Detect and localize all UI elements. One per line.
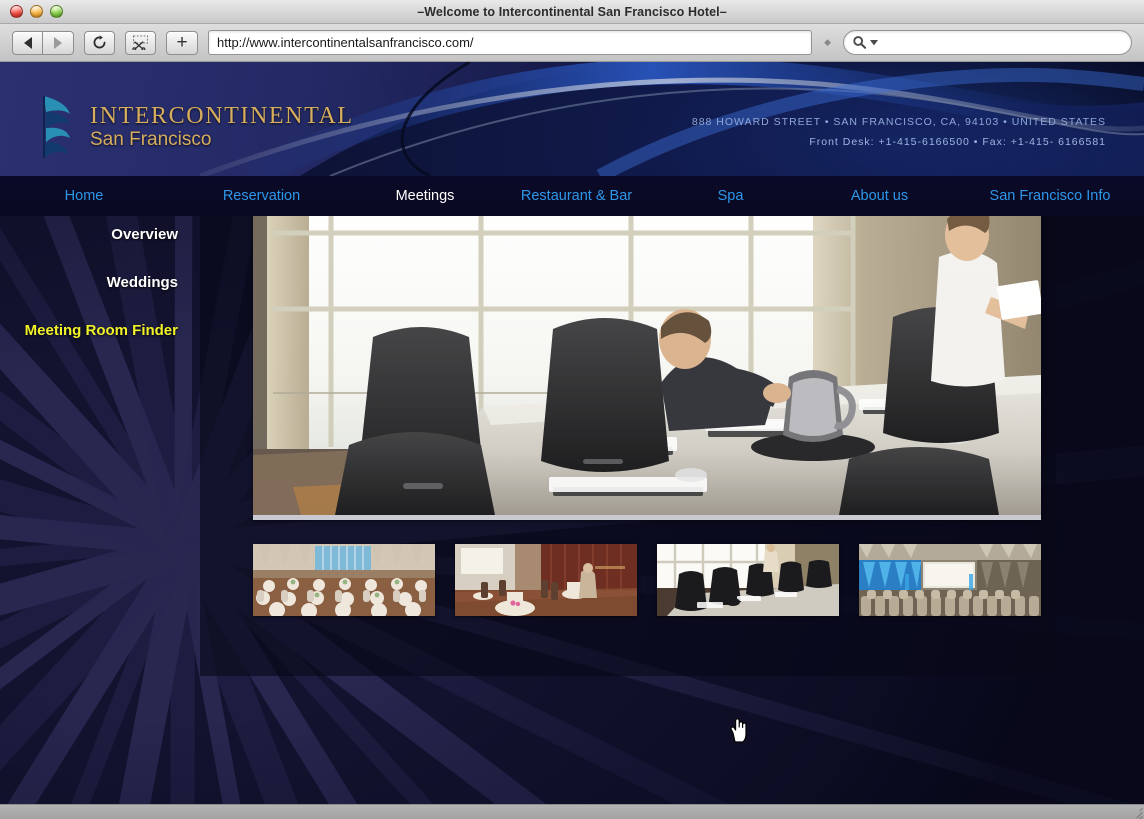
- nav-item-label: Spa: [717, 188, 744, 204]
- sidebar-item-label: Overview: [111, 225, 178, 243]
- sidebar-item-weddings[interactable]: Weddings: [0, 258, 200, 306]
- scissors-icon: [132, 35, 148, 50]
- hero-image[interactable]: [253, 197, 1041, 515]
- sunburst-ray: [0, 345, 186, 557]
- sunburst-ray: [0, 535, 192, 804]
- navigation-buttons: [12, 30, 74, 55]
- nav-item-reservation[interactable]: Reservation: [168, 176, 355, 216]
- chevron-down-icon: [870, 39, 878, 45]
- back-button[interactable]: [12, 30, 43, 55]
- sidebar-item-meeting-room-finder[interactable]: Meeting Room Finder: [0, 306, 200, 354]
- boardroom-photo-thumb: [657, 544, 839, 616]
- thumbnail-3[interactable]: [657, 544, 839, 616]
- nav-item-label: San Francisco Info: [989, 188, 1111, 204]
- window-title: –Welcome to Intercontinental San Francis…: [417, 4, 727, 19]
- private-dining-room-photo: [455, 544, 637, 616]
- sunburst-ray: [0, 540, 192, 804]
- boardroom-photo: [253, 197, 1041, 515]
- sunburst-ray: [0, 541, 196, 804]
- page-viewport: Overview Weddings Meeting Room Finder IN…: [0, 62, 1144, 804]
- plus-icon: +: [176, 31, 188, 53]
- close-button[interactable]: [10, 5, 23, 18]
- nav-item-meetings[interactable]: Meetings: [355, 176, 495, 216]
- sunburst-ray: [0, 532, 187, 728]
- add-tab-button[interactable]: +: [166, 30, 198, 55]
- ballroom-banquet-photo: [253, 544, 435, 616]
- search-field[interactable]: [843, 30, 1132, 55]
- minimize-button[interactable]: [30, 5, 43, 18]
- title-bar: –Welcome to Intercontinental San Francis…: [0, 0, 1144, 24]
- sidebar-item-label: Weddings: [106, 273, 178, 291]
- thumbnail-gallery: [253, 544, 1041, 616]
- search-icon: [853, 36, 867, 49]
- nav-item-restaurant-bar[interactable]: Restaurant & Bar: [495, 176, 658, 216]
- thumbnail-4[interactable]: [859, 544, 1041, 616]
- arrow-right-icon: [54, 36, 62, 49]
- nav-item-home[interactable]: Home: [0, 176, 168, 216]
- arrow-left-icon: [23, 36, 32, 49]
- intercontinental-logo-icon: [40, 92, 76, 162]
- sidebar-item-label: Meeting Room Finder: [24, 321, 178, 339]
- header-contact-info: 888 HOWARD STREET • SAN FRANCISCO, CA, 9…: [692, 112, 1106, 152]
- resize-grip[interactable]: [1129, 805, 1143, 819]
- sunburst-ray: [0, 535, 191, 804]
- address-bar[interactable]: http://www.intercontinentalsanfrancisco.…: [208, 30, 813, 55]
- theatre-conference-room-photo: [859, 544, 1041, 616]
- nav-item-san-francisco-info[interactable]: San Francisco Info: [956, 176, 1144, 216]
- url-text: http://www.intercontinentalsanfrancisco.…: [217, 35, 474, 50]
- browser-window: –Welcome to Intercontinental San Francis…: [0, 0, 1144, 819]
- window-controls: [10, 5, 63, 18]
- bookmark-caret-icon: ◆: [824, 37, 831, 47]
- sunburst-ray: [0, 546, 199, 804]
- site-header-banner: INTERCONTINENTAL San Francisco 888 HOWAR…: [0, 62, 1144, 176]
- logo-location: San Francisco: [90, 129, 212, 150]
- logo-wordmark: INTERCONTINENTAL San Francisco: [90, 103, 354, 151]
- nav-item-spa[interactable]: Spa: [658, 176, 803, 216]
- sunburst-ray: [0, 534, 192, 804]
- forward-button[interactable]: [43, 30, 74, 55]
- nav-item-label: Restaurant & Bar: [520, 188, 633, 204]
- reload-icon: [93, 35, 106, 49]
- main-content-panel: [200, 152, 1056, 676]
- zoom-button[interactable]: [50, 5, 63, 18]
- hotel-phones: Front Desk: +1-415-6166500 • Fax: +1-415…: [809, 136, 1106, 148]
- sidebar-item-overview[interactable]: Overview: [0, 210, 200, 258]
- sunburst-ray: [166, 541, 196, 804]
- sunburst-ray: [0, 540, 198, 804]
- site-logo[interactable]: INTERCONTINENTAL San Francisco: [40, 92, 354, 162]
- hotel-address: 888 HOWARD STREET • SAN FRANCISCO, CA, 9…: [691, 116, 1106, 128]
- thumbnail-2[interactable]: [455, 544, 637, 616]
- browser-toolbar: + http://www.intercontinentalsanfrancisc…: [0, 24, 1144, 62]
- logo-brand: INTERCONTINENTAL: [90, 103, 354, 129]
- hero-image-frame: [253, 192, 1041, 520]
- main-navigation: Home Reservation Meetings Restaurant & Bar S…: [0, 176, 1144, 216]
- nav-item-label: Home: [64, 188, 104, 204]
- sidebar-menu: Overview Weddings Meeting Room Finder: [0, 210, 200, 354]
- nav-item-label: Reservation: [222, 188, 301, 204]
- nav-item-label: Meetings: [395, 188, 455, 204]
- status-bar: [0, 804, 1144, 819]
- reload-button[interactable]: [84, 30, 115, 55]
- nav-item-about-us[interactable]: About us: [803, 176, 956, 216]
- nav-item-label: About us: [850, 188, 909, 204]
- snapshot-button[interactable]: [125, 30, 156, 55]
- thumbnail-1[interactable]: [253, 544, 435, 616]
